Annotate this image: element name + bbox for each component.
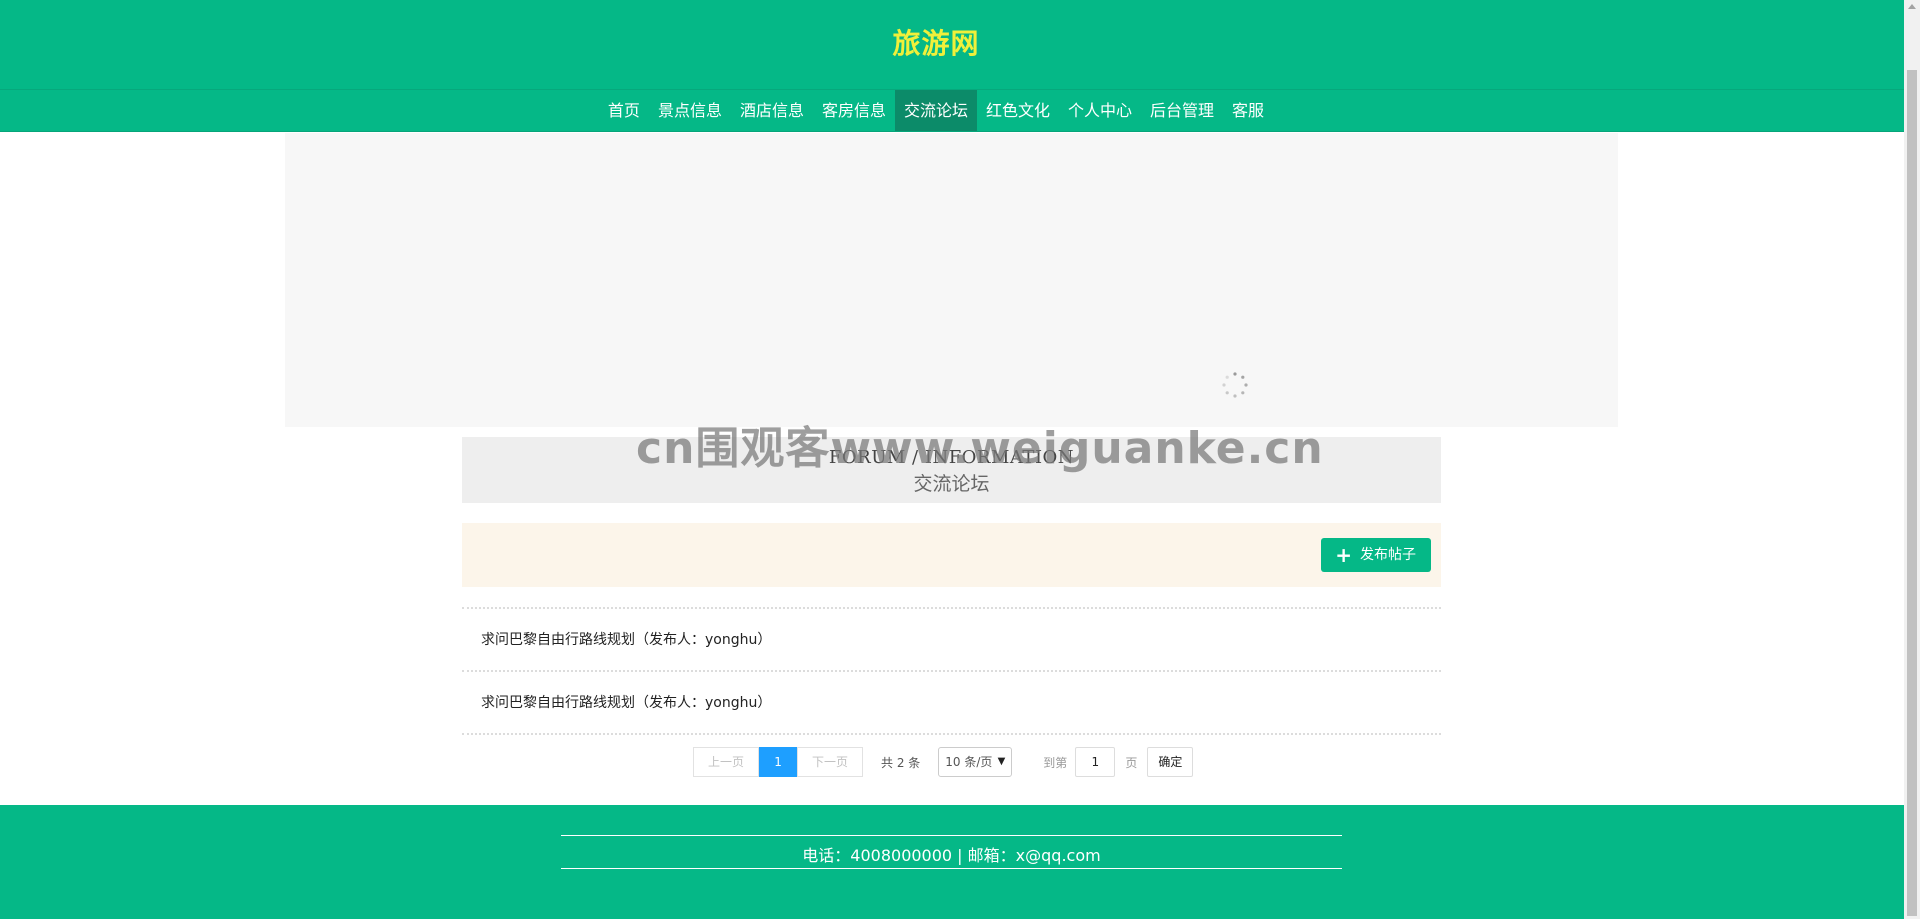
chevron-down-icon: ▼ — [997, 756, 1006, 767]
list-item[interactable]: 求问巴黎自由行路线规划（发布人：yonghu） — [462, 607, 1441, 670]
footer-divider-top — [561, 835, 1342, 836]
nav-items: 首页 景点信息 酒店信息 客房信息 交流论坛 红色文化 个人中心 后台管理 客服 — [0, 90, 1904, 131]
publish-post-button[interactable]: + 发布帖子 — [1321, 538, 1431, 572]
total-count: 共 2 条 — [881, 755, 921, 770]
publish-post-label: 发布帖子 — [1360, 547, 1416, 563]
page-size-value: 10 条/页 — [945, 755, 993, 769]
confirm-page-button[interactable]: 确定 — [1147, 747, 1194, 777]
nav-item-attractions[interactable]: 景点信息 — [649, 90, 731, 131]
prev-page-button[interactable]: 上一页 — [693, 747, 760, 777]
nav-item-rooms[interactable]: 客房信息 — [813, 90, 895, 131]
scroll-up-icon[interactable] — [1908, 4, 1916, 9]
goto-page-input[interactable]: 1 — [1075, 747, 1116, 777]
banner-carousel — [285, 133, 1618, 427]
watermark: cn围观客www.weiguanke.cn — [636, 423, 1324, 474]
page-size-select[interactable]: 10 条/页 ▼ — [938, 747, 1013, 777]
list-item[interactable]: 求问巴黎自由行路线规划（发布人：yonghu） — [462, 670, 1441, 733]
nav-item-admin[interactable]: 后台管理 — [1141, 90, 1223, 131]
scrollbar-thumb[interactable] — [1907, 70, 1917, 916]
page-label: 页 — [1125, 755, 1138, 770]
goto-label: 到第 — [1043, 755, 1068, 770]
footer-divider-bottom — [561, 868, 1342, 869]
next-page-button[interactable]: 下一页 — [797, 747, 864, 777]
nav-item-personal-center[interactable]: 个人中心 — [1059, 90, 1141, 131]
pagination: 上一页 1 下一页 共 2 条 10 条/页 ▼ 到第 1 页 确定 — [693, 747, 1194, 777]
nav-item-hotels[interactable]: 酒店信息 — [731, 90, 813, 131]
plus-icon: + — [1335, 543, 1352, 567]
current-page-button[interactable]: 1 — [759, 747, 798, 777]
main-nav: 首页 景点信息 酒店信息 客房信息 交流论坛 红色文化 个人中心 后台管理 客服 — [0, 90, 1904, 132]
loading-spinner-icon — [1222, 372, 1248, 398]
footer: 电话：4008000000 | 邮箱：x@qq.com — [0, 805, 1904, 919]
forum-toolbar: + 发布帖子 — [462, 523, 1441, 587]
post-list: 求问巴黎自由行路线规划（发布人：yonghu） 求问巴黎自由行路线规划（发布人：… — [462, 607, 1441, 735]
nav-item-home[interactable]: 首页 — [599, 90, 649, 131]
site-title: 旅游网 — [892, 27, 980, 60]
footer-contact: 电话：4008000000 | 邮箱：x@qq.com — [802, 846, 1101, 865]
page-scrollbar[interactable] — [1904, 0, 1920, 919]
nav-item-customer-service[interactable]: 客服 — [1223, 90, 1273, 131]
header: 旅游网 — [0, 0, 1904, 90]
nav-item-forum[interactable]: 交流论坛 — [894, 90, 977, 131]
nav-item-red-culture[interactable]: 红色文化 — [977, 90, 1059, 131]
